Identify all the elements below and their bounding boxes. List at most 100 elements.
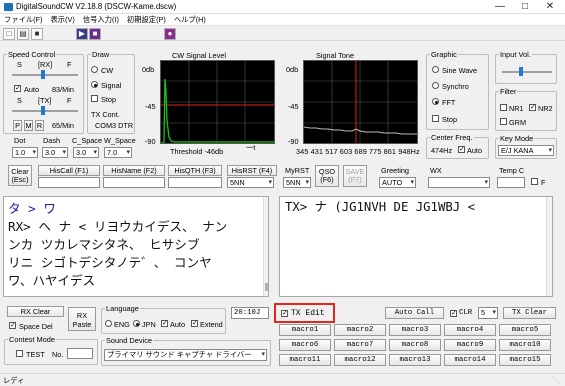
- hiscall-input[interactable]: [38, 177, 100, 188]
- cspace-select[interactable]: 3.0: [73, 147, 99, 158]
- hiscall-button[interactable]: HisCall (F1): [38, 165, 100, 176]
- sound-device-select[interactable]: プライマリ サウンド キャプチャ ドライバー: [104, 349, 267, 361]
- tx-cont-label: TX Cont.: [91, 110, 120, 119]
- macro7-button[interactable]: macro7: [334, 339, 386, 351]
- synchro-radio[interactable]: [432, 82, 439, 89]
- tx-edit-checkbox[interactable]: ✓: [281, 310, 288, 317]
- clr-label: CLR: [459, 309, 473, 317]
- rx-clear-button[interactable]: RX Clear: [7, 306, 64, 317]
- draw-signal-radio[interactable]: [91, 81, 98, 88]
- record-icon[interactable]: ●: [164, 28, 176, 40]
- hisqth-button[interactable]: HisQTH (F3): [168, 165, 222, 176]
- tx-speed-slider[interactable]: [12, 110, 78, 112]
- clear-esc-button[interactable]: Clear (Esc): [8, 165, 32, 186]
- lang-auto-checkbox[interactable]: ✓: [161, 320, 168, 327]
- draw-stop-checkbox[interactable]: [91, 95, 98, 102]
- input-vol-slider[interactable]: [502, 71, 552, 73]
- temp-input[interactable]: [497, 177, 525, 188]
- macro14-button[interactable]: macro14: [444, 354, 496, 366]
- hisname-button[interactable]: HisName (F2): [103, 165, 165, 176]
- macro1-button[interactable]: macro1: [279, 324, 331, 336]
- sine-wave-radio[interactable]: [432, 66, 439, 73]
- extend-checkbox[interactable]: ✓: [191, 320, 198, 327]
- open-folder-icon[interactable]: ▤: [17, 28, 29, 40]
- nr2-checkbox[interactable]: ✓: [529, 104, 536, 111]
- nr1-checkbox[interactable]: [500, 104, 507, 111]
- menu-settings[interactable]: 初期設定(P): [123, 14, 170, 26]
- rx-speed-thumb[interactable]: [41, 70, 45, 79]
- grm-checkbox[interactable]: [500, 118, 507, 125]
- draw-legend: Draw: [92, 50, 110, 59]
- macro12-button[interactable]: macro12: [334, 354, 386, 366]
- rx-paste-button[interactable]: RX Paste: [68, 307, 96, 331]
- menu-help[interactable]: ヘルプ(H): [170, 14, 210, 26]
- qso-button[interactable]: QSO (F6): [315, 165, 339, 187]
- center-freq-auto-checkbox[interactable]: ✓: [458, 146, 465, 153]
- clr-count-select[interactable]: 5: [478, 307, 498, 319]
- wspace-select[interactable]: 7.0: [104, 147, 132, 158]
- hisqth-input[interactable]: [168, 177, 222, 188]
- macro10-button[interactable]: macro10: [499, 339, 551, 351]
- macro2-button[interactable]: macro2: [334, 324, 386, 336]
- close-button[interactable]: ✕: [539, 0, 561, 13]
- menu-input[interactable]: 信号入力(I): [79, 14, 123, 26]
- m-button[interactable]: M: [24, 120, 33, 131]
- cw-level-scope: [160, 60, 275, 144]
- dash-select[interactable]: 3.0: [42, 147, 68, 158]
- threshold-arrow[interactable]: 一t: [246, 143, 255, 153]
- resize-grip-icon[interactable]: ⋱: [552, 375, 559, 384]
- esc-label: (Esc): [11, 175, 29, 184]
- macro15-button[interactable]: macro15: [499, 354, 551, 366]
- maximize-button[interactable]: □: [514, 0, 536, 13]
- macro9-button[interactable]: macro9: [444, 339, 496, 351]
- hisrst-button[interactable]: HisRST (F4): [227, 165, 277, 176]
- menu-file[interactable]: ファイル(F): [0, 14, 47, 26]
- fft-radio[interactable]: [432, 98, 439, 105]
- macro8-button[interactable]: macro8: [389, 339, 441, 351]
- rx-speed-slider[interactable]: [12, 74, 78, 76]
- hisrst-select[interactable]: 5NN: [227, 177, 274, 188]
- contest-no-input[interactable]: [67, 348, 93, 359]
- macro6-button[interactable]: macro6: [279, 339, 331, 351]
- input-vol-thumb[interactable]: [519, 67, 523, 76]
- new-file-icon[interactable]: □: [3, 28, 15, 40]
- wx-select[interactable]: [428, 177, 490, 188]
- auto-call-button[interactable]: Auto Call: [385, 307, 444, 319]
- tx-scrollbar[interactable]: [546, 197, 552, 296]
- rx-fast-label: F: [67, 60, 72, 69]
- macro11-button[interactable]: macro11: [279, 354, 331, 366]
- macro5-button[interactable]: macro5: [499, 324, 551, 336]
- clr-checkbox[interactable]: ✓: [450, 310, 457, 317]
- test-checkbox[interactable]: [16, 350, 23, 357]
- myrst-select[interactable]: 5NN: [283, 177, 311, 188]
- r-button[interactable]: R: [35, 120, 44, 131]
- draw-cw-radio[interactable]: [91, 66, 98, 73]
- tx-fast-label: F: [67, 96, 72, 105]
- stop-icon[interactable]: ■: [89, 28, 101, 40]
- macro3-button[interactable]: macro3: [389, 324, 441, 336]
- key-mode-select[interactable]: E/J KANA: [498, 145, 554, 156]
- graphic-stop-checkbox[interactable]: [432, 115, 439, 122]
- p-button[interactable]: P: [13, 120, 22, 131]
- hisname-input[interactable]: [103, 177, 165, 188]
- rx-scrollbar[interactable]: [263, 197, 268, 296]
- macro13-button[interactable]: macro13: [389, 354, 441, 366]
- jpn-radio[interactable]: [133, 320, 140, 327]
- fahrenheit-checkbox[interactable]: [531, 178, 538, 185]
- eng-radio[interactable]: [105, 320, 112, 327]
- play-icon[interactable]: ▶: [76, 28, 88, 40]
- space-del-checkbox[interactable]: ✓: [9, 322, 16, 329]
- dot-select[interactable]: 1.0: [12, 147, 38, 158]
- minimize-button[interactable]: —: [489, 0, 511, 13]
- macro4-button[interactable]: macro4: [444, 324, 496, 336]
- auto-speed-checkbox[interactable]: ✓: [14, 85, 21, 92]
- greeting-select[interactable]: AUTO: [379, 177, 416, 188]
- tx-clear-button[interactable]: TX Clear: [503, 307, 556, 319]
- menu-view[interactable]: 表示(V): [47, 14, 79, 26]
- save-button[interactable]: SAVE (F7): [343, 165, 367, 187]
- rx-text-area[interactable]: タ > ワ RX> ヘ ナ < リヨウカイデス、 ナン ンカ ツカレマシタネ、 …: [3, 196, 269, 297]
- tx-label: [TX]: [38, 96, 52, 105]
- save-icon[interactable]: ■: [31, 28, 43, 40]
- tx-text-area[interactable]: TX> ナ (JG1NVH DE JG1WBJ <: [279, 196, 553, 297]
- tx-speed-thumb[interactable]: [41, 106, 45, 115]
